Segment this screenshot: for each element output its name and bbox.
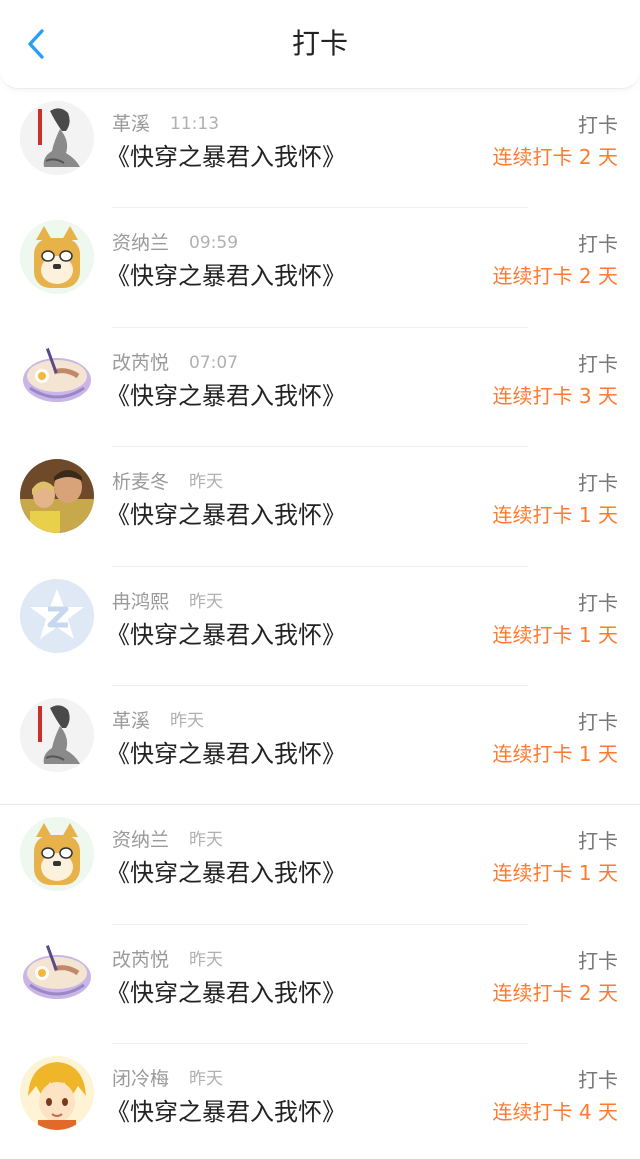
girl-sketch-avatar[interactable] [20, 697, 94, 772]
checkin-row[interactable]: 改芮悦 07:07 《快穿之暴君入我怀》 打卡连续打卡 3 天 [0, 328, 640, 448]
book-title: 《快穿之暴君入我怀》 [106, 501, 346, 530]
book-title: 《快穿之暴君入我怀》 [106, 262, 346, 291]
book-title: 《快穿之暴君入我怀》 [106, 620, 346, 649]
checkin-row[interactable]: 闭冷梅 昨天《快穿之暴君入我怀》 打卡连续打卡 4 天 [0, 1044, 640, 1159]
checkin-label: 打卡 [578, 948, 618, 973]
ramen-bowl-avatar[interactable] [20, 339, 94, 414]
post-time: 昨天 [189, 830, 224, 851]
post-time: 昨天 [189, 472, 224, 493]
user-name[interactable]: 冉鸿熙 [112, 590, 169, 614]
checkin-row[interactable]: 资纳兰 09:59 《快穿之暴君入我怀》 打卡连续打卡 2 天 [0, 208, 640, 328]
book-title: 《快穿之暴君入我怀》 [106, 1098, 346, 1127]
checkin-label: 打卡 [578, 829, 618, 854]
streak-text: 连续打卡 1 天 [492, 503, 618, 528]
checkin-label: 打卡 [578, 1068, 618, 1093]
post-time: 09:59 [189, 233, 239, 254]
page-title: 打卡 [291, 27, 348, 60]
user-name[interactable]: 资纳兰 [112, 828, 169, 852]
checkin-row[interactable]: 资纳兰 昨天《快穿之暴君入我怀》 打卡连续打卡 1 天 [0, 805, 640, 925]
checkin-row[interactable]: 革溪 11:13 《快穿之暴君入我怀》 打卡连续打卡 2 天 [0, 89, 640, 209]
streak-text: 连续打卡 1 天 [492, 861, 618, 886]
user-name[interactable]: 改芮悦 [112, 948, 169, 972]
user-name[interactable]: 革溪 [112, 709, 150, 733]
streak-text: 连续打卡 4 天 [492, 1100, 618, 1125]
default-qq-avatar[interactable] [20, 578, 94, 653]
row-meta: 资纳兰 昨天 [112, 828, 223, 852]
user-name[interactable]: 革溪 [112, 112, 150, 136]
checkin-label: 打卡 [578, 590, 618, 615]
ramen-bowl-avatar[interactable] [20, 936, 94, 1011]
post-time: 昨天 [189, 1069, 224, 1090]
row-meta: 革溪 11:13 [112, 112, 219, 136]
checkin-label: 打卡 [578, 232, 618, 257]
post-time: 昨天 [170, 710, 205, 731]
anime-boy-avatar[interactable] [20, 1056, 94, 1131]
checkin-row[interactable]: 冉鸿熙 昨天《快穿之暴君入我怀》 打卡连续打卡 1 天 [0, 567, 640, 686]
book-title: 《快穿之暴君入我怀》 [106, 143, 346, 171]
user-name[interactable]: 资纳兰 [112, 231, 169, 255]
post-time: 07:07 [189, 352, 239, 373]
checkin-row[interactable]: 革溪 昨天《快穿之暴君入我怀》 打卡连续打卡 1 天 [0, 686, 640, 806]
streak-text: 连续打卡 1 天 [492, 741, 618, 766]
row-meta: 改芮悦 昨天 [112, 948, 223, 972]
checkin-row[interactable]: 改芮悦 昨天《快穿之暴君入我怀》 打卡连续打卡 2 天 [0, 925, 640, 1045]
couple-photo-avatar[interactable] [20, 459, 94, 534]
book-title: 《快穿之暴君入我怀》 [106, 381, 346, 410]
book-title: 《快穿之暴君入我怀》 [106, 859, 346, 888]
checkin-label: 打卡 [578, 709, 618, 734]
user-name[interactable]: 闭冷梅 [112, 1067, 169, 1091]
user-name[interactable]: 析麦冬 [112, 470, 169, 494]
row-meta: 冉鸿熙 昨天 [112, 590, 223, 614]
streak-text: 连续打卡 2 天 [492, 980, 618, 1005]
streak-text: 连续打卡 1 天 [492, 622, 618, 647]
row-meta: 析麦冬 昨天 [112, 470, 223, 494]
book-title: 《快穿之暴君入我怀》 [106, 978, 346, 1007]
checkin-list: 革溪 11:13 《快穿之暴君入我怀》 打卡 连续打卡 2 天 资纳兰 09:59 《快穿之… [0, 89, 640, 1159]
app-root: 打卡 革溪 11:13 《快穿之暴君入我怀》 打卡 连续打卡 2 天 资纳兰 09:59 《… [0, 0, 640, 1159]
checkin-row[interactable]: 析麦冬 昨天《快穿之暴君入我怀》 打卡连续打卡 1 天 [0, 447, 640, 567]
row-meta: 改芮悦 07:07 [112, 351, 238, 375]
streak-text: 连续打卡 2 天 [492, 145, 618, 169]
post-time: 昨天 [189, 591, 224, 612]
checkin-label: 打卡 [578, 471, 618, 496]
checkin-label: 打卡 [578, 351, 618, 376]
book-title: 《快穿之暴君入我怀》 [106, 739, 346, 768]
checkin-label: 打卡 [578, 113, 618, 137]
user-name[interactable]: 改芮悦 [112, 351, 169, 375]
streak-text: 连续打卡 3 天 [492, 383, 618, 408]
post-time: 昨天 [189, 949, 224, 970]
row-meta: 资纳兰 09:59 [112, 231, 238, 255]
row-meta: 闭冷梅 昨天 [112, 1067, 223, 1091]
girl-sketch-avatar[interactable] [20, 101, 94, 175]
row-meta: 革溪 昨天 [112, 709, 204, 733]
streak-text: 连续打卡 2 天 [492, 264, 618, 289]
shiba-dog-avatar[interactable] [20, 817, 94, 892]
nav-header: 打卡 [0, 0, 640, 89]
shiba-dog-avatar[interactable] [20, 220, 94, 295]
post-time: 11:13 [170, 114, 220, 134]
